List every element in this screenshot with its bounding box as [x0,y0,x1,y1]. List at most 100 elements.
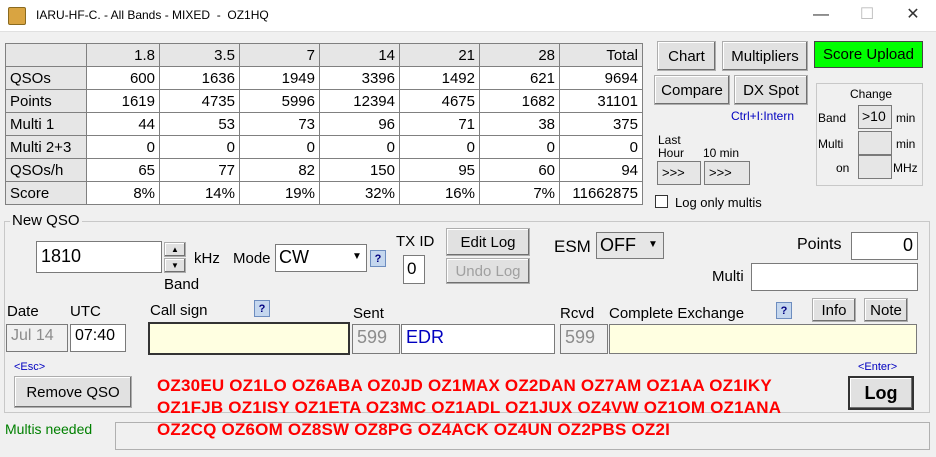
date-label: Date [7,303,39,320]
table-row: QSOs 600 1636 1949 3396 1492 621 9694 [5,66,643,90]
sent-rst-field[interactable]: 599 [352,324,400,354]
stats-table: 1.8 3.5 7 14 21 28 Total QSOs 600 1636 1… [5,43,643,205]
freq-up-icon[interactable]: ▲ [164,242,186,257]
ten-min-rate: >>> [704,161,750,185]
table-cell: 9694 [559,66,643,90]
table-cell: 5996 [239,89,320,113]
info-button[interactable]: Info [812,298,856,322]
col-header: 1.8 [86,43,160,67]
points-label: Points [797,236,842,253]
callsign-input[interactable] [148,322,350,355]
table-cell: 0 [399,135,480,159]
app-icon [8,7,26,25]
rcvd-label: Rcvd [560,305,595,322]
table-cell: 77 [159,158,240,182]
close-icon[interactable]: ✕ [890,0,936,31]
status-panel [115,422,930,450]
dx-spot-button[interactable]: DX Spot [734,75,808,105]
multi-change-field[interactable] [858,131,892,155]
table-cell: 96 [319,112,400,136]
remove-qso-button[interactable]: Remove QSO [14,376,132,408]
chart-button[interactable]: Chart [657,41,716,71]
status-text: Multis needed [5,421,93,437]
band-change-unit: min [896,111,916,125]
row-label: Multi 1 [5,112,87,136]
log-only-multis-label: Log only multis [675,195,762,210]
table-cell: 0 [86,135,160,159]
row-label: QSOs/h [5,158,87,182]
table-cell: 53 [159,112,240,136]
mode-help-icon[interactable]: ? [370,250,386,267]
esm-label: ESM [554,237,591,256]
table-row: Multi 2+3 0 0 0 0 0 0 0 [5,135,643,159]
date-field[interactable]: Jul 14 [6,324,68,352]
frequency-input[interactable]: 1810 [36,241,162,273]
multipliers-button[interactable]: Multipliers [722,41,808,71]
table-cell: 1636 [159,66,240,90]
maximize-icon[interactable]: ☐ [844,0,890,31]
table-cell: 19% [239,181,320,205]
table-row: Points 1619 4735 5996 12394 4675 1682 31… [5,89,643,113]
window-title: IARU-HF-C. - All Bands - MIXED - OZ1HQ [36,8,269,22]
complete-exchange-label: Complete Exchange [609,305,745,322]
note-button[interactable]: Note [864,298,908,322]
table-cell: 600 [86,66,160,90]
row-label: QSOs [5,66,87,90]
table-cell: 0 [159,135,240,159]
col-header: 14 [319,43,400,67]
edit-log-button[interactable]: Edit Log [446,228,530,256]
table-row: QSOs/h 65 77 82 150 95 60 94 [5,158,643,182]
score-upload-button[interactable]: Score Upload [814,41,923,68]
on-label: on [836,161,850,175]
undo-log-button[interactable]: Undo Log [446,258,530,284]
compare-button[interactable]: Compare [654,75,730,105]
table-cell: 0 [239,135,320,159]
sent-label: Sent [353,305,384,322]
table-cell: 12394 [319,89,400,113]
multi-field [751,263,918,291]
log-button[interactable]: Log [848,376,914,410]
band-change-label: Band [818,111,847,125]
table-cell: 32% [319,181,400,205]
enter-hint: <Enter> [858,361,898,373]
new-qso-title: New QSO [10,212,82,229]
complete-exchange-input[interactable] [609,324,917,354]
table-cell: 38 [479,112,560,136]
txid-label: TX ID [396,233,435,250]
table-cell: 94 [559,158,643,182]
freq-down-icon[interactable]: ▼ [164,258,186,273]
multi-change-label: Multi [818,137,844,151]
table-cell: 7% [479,181,560,205]
table-cell: 31101 [559,89,643,113]
callsign-help-icon[interactable]: ? [254,300,270,317]
ten-min-label: 10 min [703,146,740,160]
utc-label: UTC [70,303,101,320]
table-cell: 3396 [319,66,400,90]
band-label: Band [164,276,200,293]
col-header: 3.5 [159,43,240,67]
stats-corner [5,43,87,67]
band-change-field[interactable]: >10 [858,105,892,129]
table-cell: 1949 [239,66,320,90]
row-label: Score [5,181,87,205]
sent-exchange-field[interactable]: EDR [401,324,555,354]
log-only-multis-checkbox[interactable] [655,195,668,208]
needed-calls-line: OZ30EU OZ1LO OZ6ABA OZ0JD OZ1MAX OZ2DAN … [157,376,772,395]
txid-input[interactable]: 0 [403,255,425,284]
exchange-help-icon[interactable]: ? [776,302,792,319]
utc-field[interactable]: 07:40 [70,324,126,352]
esc-hint: <Esc> [14,361,46,373]
on-freq-unit: MHz [893,161,918,175]
table-cell: 0 [319,135,400,159]
rcvd-rst-field[interactable]: 599 [560,324,608,354]
last-hour-label-2: Hour [658,146,685,160]
khz-label: kHz [194,250,220,267]
last-hour-label: Last [658,133,681,147]
on-freq-field[interactable] [858,155,892,179]
esm-dropdown-icon[interactable]: ▼ [648,239,658,250]
minimize-icon[interactable]: — [798,0,844,31]
table-cell: 150 [319,158,400,182]
table-cell: 1492 [399,66,480,90]
stats-header-row: 1.8 3.5 7 14 21 28 Total [5,43,643,67]
mode-dropdown-icon[interactable]: ▼ [352,251,362,262]
